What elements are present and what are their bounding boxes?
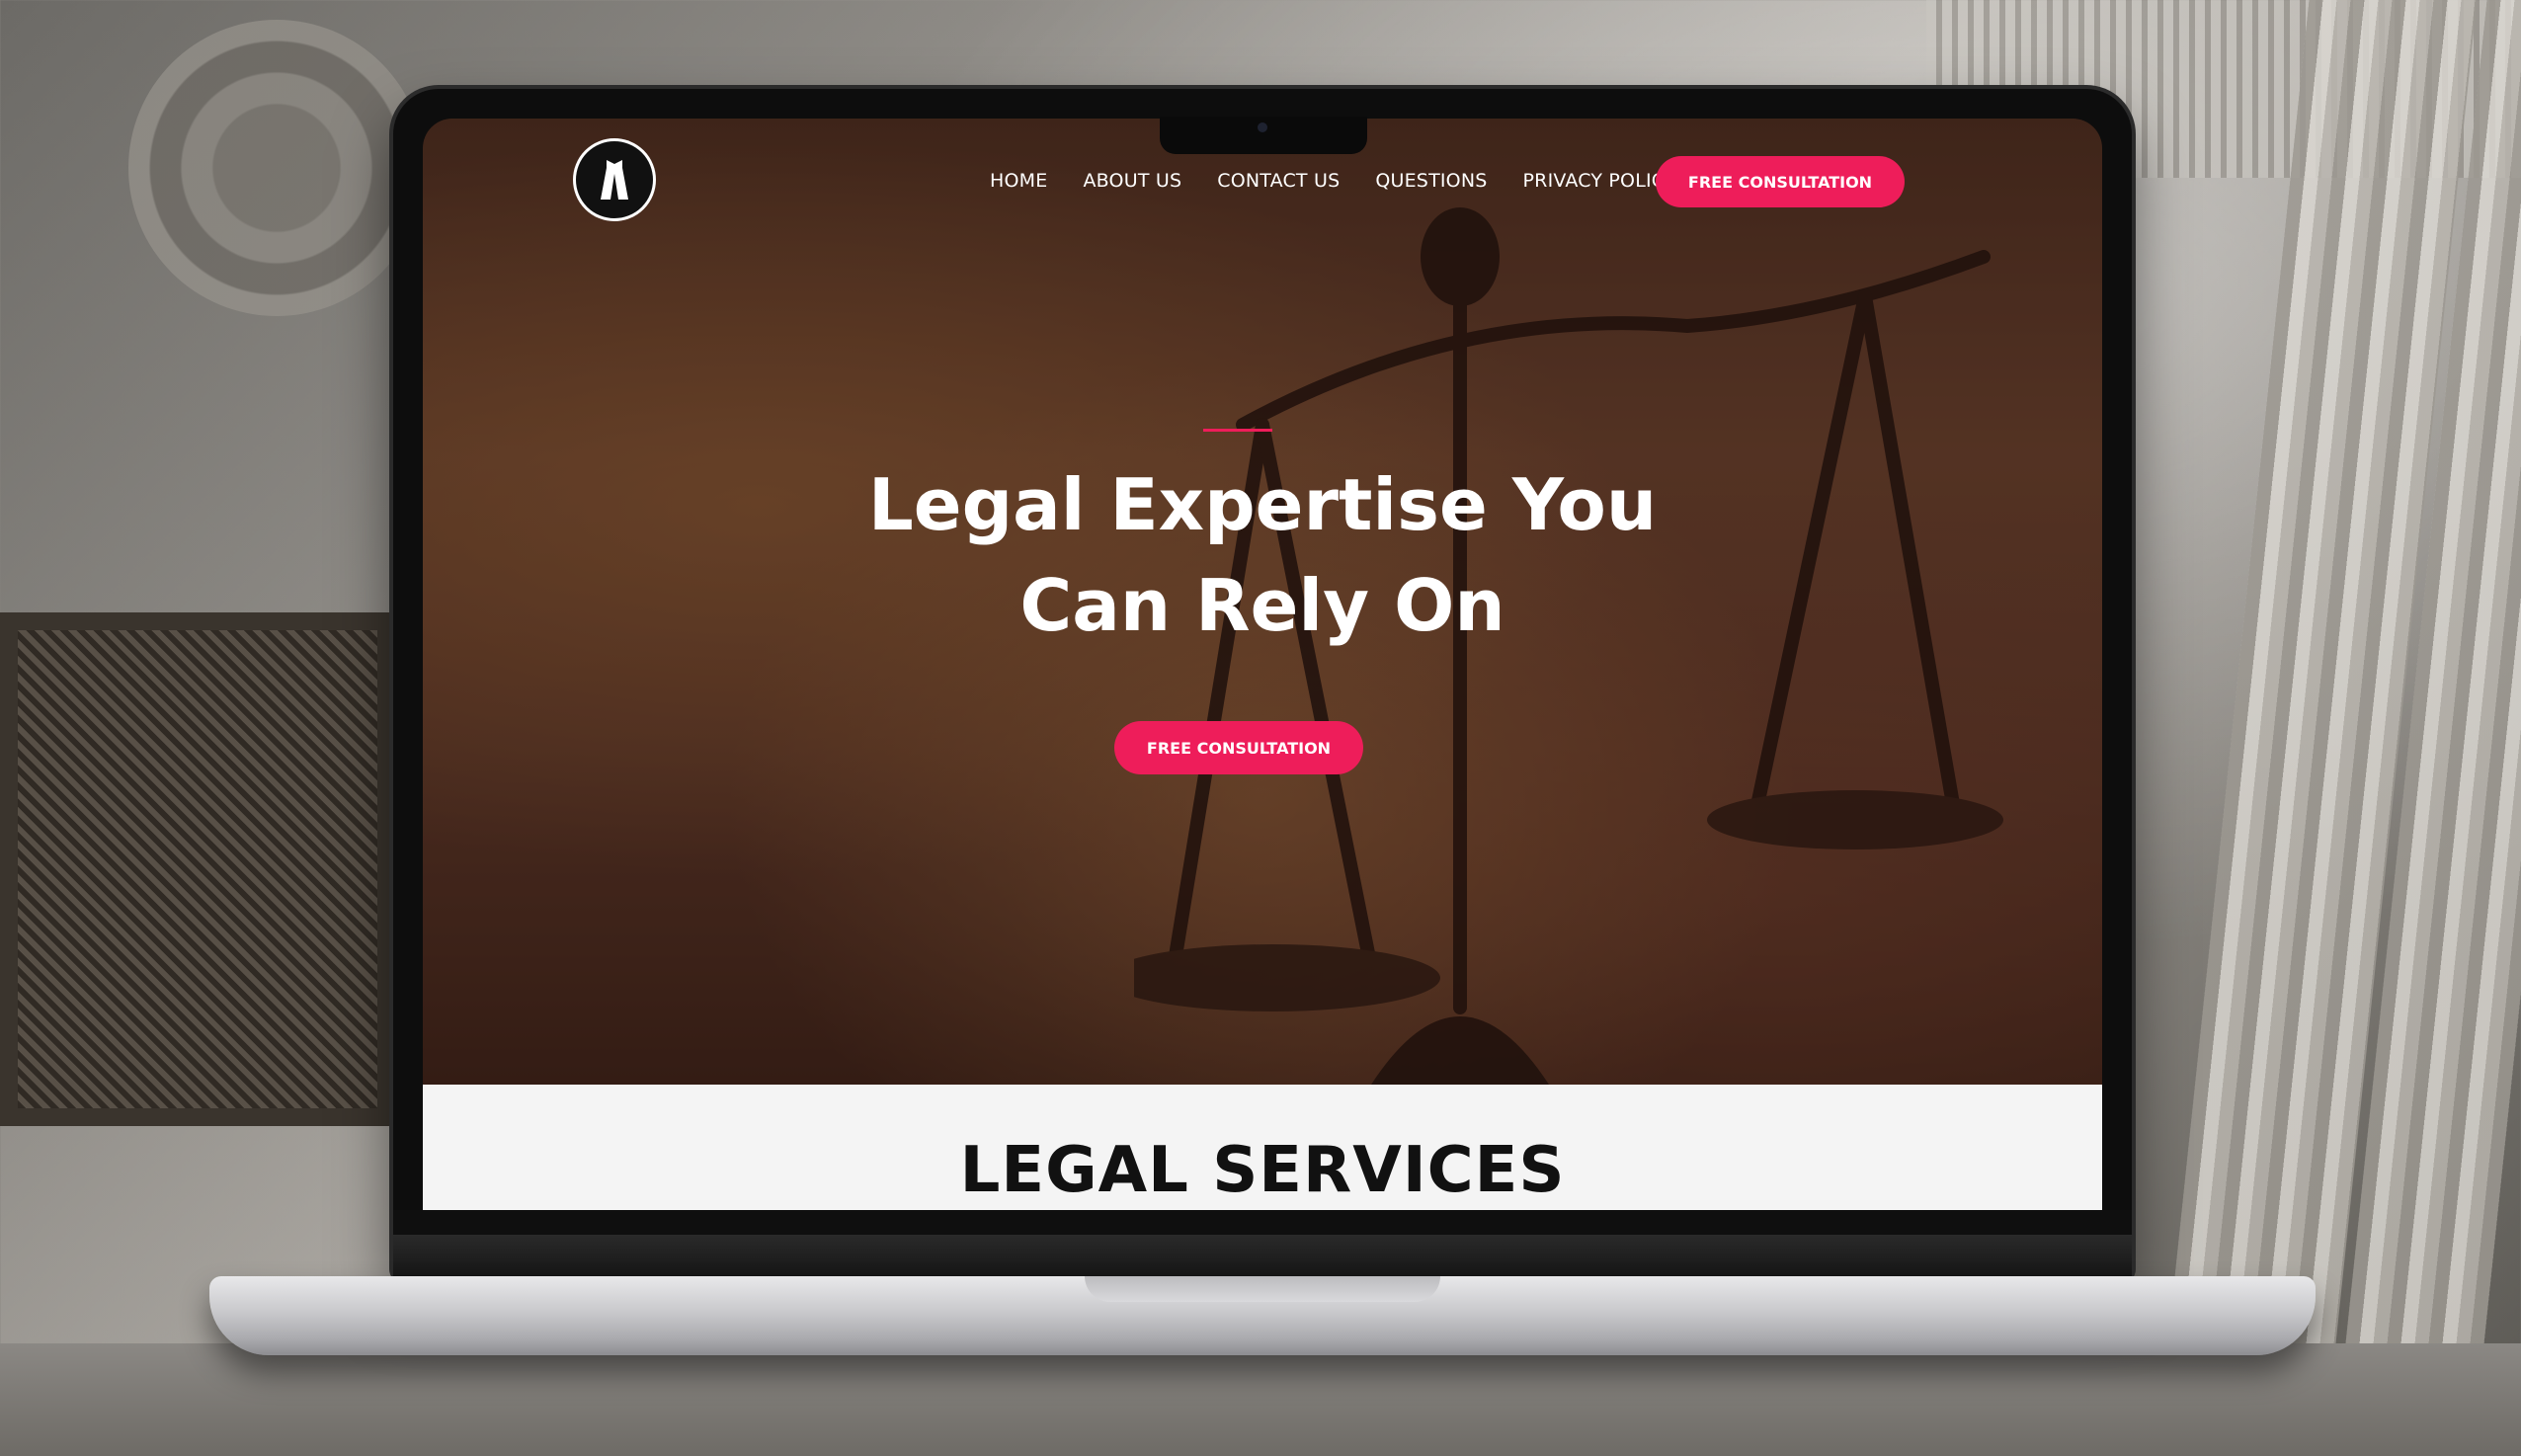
nav-link-questions[interactable]: QUESTIONS: [1375, 170, 1487, 192]
nav-link-contact-us[interactable]: CONTACT US: [1217, 170, 1340, 192]
laptop-open-notch: [1085, 1276, 1440, 1302]
nav-link-home[interactable]: HOME: [990, 170, 1047, 192]
hero-title-line: Legal Expertise You: [867, 463, 1658, 546]
lawyer-bands-icon: [601, 160, 628, 200]
legal-services-section: LEGAL SERVICES: [423, 1085, 2102, 1210]
services-heading: LEGAL SERVICES: [959, 1134, 1566, 1207]
hero-free-consultation-button[interactable]: FREE CONSULTATION: [1114, 721, 1363, 774]
hero-accent-line: [1203, 429, 1272, 432]
camera-icon: [1258, 122, 1267, 132]
laptop-hinge-strip: [393, 1235, 2132, 1279]
hero-title: Legal Expertise You Can Rely On: [769, 454, 1756, 656]
nav-links: HOME ABOUT US CONTACT US QUESTIONS PRIVA…: [990, 170, 1676, 192]
background-ground: [0, 1343, 2521, 1456]
camera-notch: [1160, 117, 1367, 154]
nav-link-about-us[interactable]: ABOUT US: [1083, 170, 1181, 192]
nav-link-privacy-policy[interactable]: PRIVACY POLICY: [1523, 170, 1676, 192]
logo[interactable]: [573, 138, 656, 221]
background-rosette: [128, 20, 425, 316]
laptop-screen: HOME ABOUT US CONTACT US QUESTIONS PRIVA…: [423, 119, 2102, 1210]
nav-free-consultation-button[interactable]: FREE CONSULTATION: [1656, 156, 1905, 207]
hero-title-line: Can Rely On: [1019, 564, 1505, 647]
background-window-grille: [0, 612, 395, 1126]
